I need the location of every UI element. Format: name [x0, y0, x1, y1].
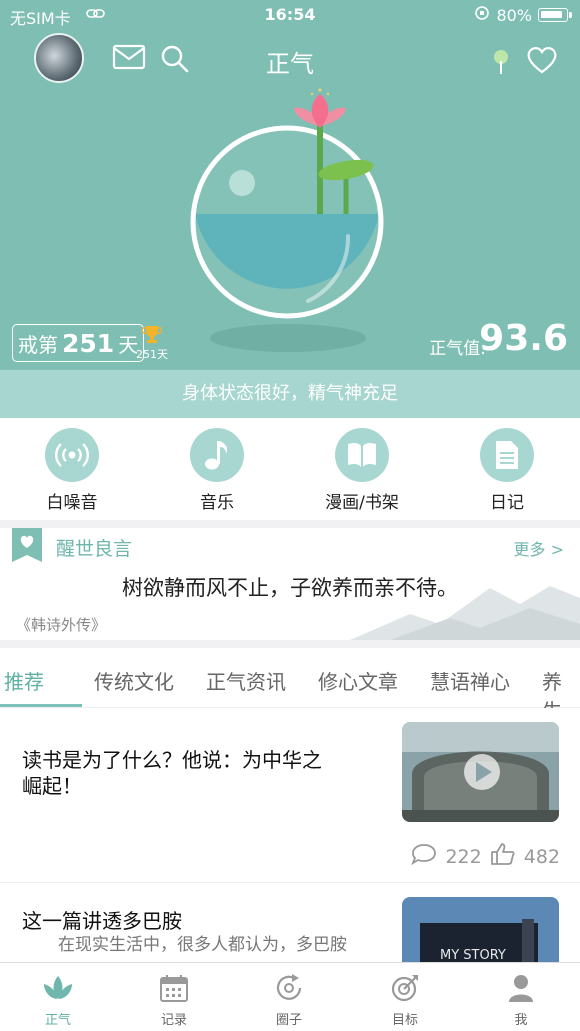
battery-icon — [538, 8, 572, 22]
quote-text: 树欲静而风不止，子欲养而亲不待。 — [122, 576, 458, 600]
hero-panel: 无SIM卡 16:54 80% 正气 戒第 251 天 251天 正气值: 93… — [0, 0, 580, 370]
heart-icon[interactable] — [526, 46, 558, 78]
shortcut-label: 漫画/书架 — [325, 493, 399, 513]
article-thumbnail — [402, 722, 559, 822]
nav-goals[interactable]: 目标 — [365, 973, 445, 1028]
nav-zhengqi[interactable]: 正气 — [18, 973, 98, 1028]
comment-count: 222 — [445, 845, 482, 868]
article-thumbnail: MY STORY — [402, 897, 559, 962]
tab-zhengqi-news[interactable]: 正气资讯 — [206, 666, 286, 695]
like-count: 482 — [523, 845, 560, 868]
open-book-icon — [335, 428, 389, 482]
tab-recommended[interactable]: 推荐 — [4, 666, 44, 695]
nav-me[interactable]: 我 — [481, 973, 561, 1028]
battery-percent: 80% — [496, 5, 532, 25]
lotus-icon — [41, 976, 75, 1007]
shortcut-diary[interactable]: 日记 — [447, 428, 567, 513]
body-state-banner: 身体状态很好，精气神充足 — [0, 370, 580, 418]
like-icon[interactable] — [490, 842, 516, 871]
nav-circle[interactable]: 圈子 — [249, 973, 329, 1028]
zhengqi-value: 93.6 — [479, 318, 568, 359]
zhengqi-label: 正气值: — [429, 339, 486, 359]
active-tab-indicator — [0, 704, 82, 707]
abstinence-day-counter[interactable]: 戒第 251 天 — [12, 324, 145, 362]
bottom-nav: 正气 记录 圈子 目标 我 — [0, 962, 580, 1031]
shortcut-label: 音乐 — [200, 493, 234, 513]
bookmark-heart-icon — [12, 528, 42, 566]
calendar-icon — [159, 975, 189, 1007]
tab-zen-wisdom[interactable]: 慧语禅心 — [430, 666, 510, 695]
article-title-line1: 读书是为了什么？他说：为中华之 — [22, 748, 322, 772]
comment-icon[interactable] — [411, 843, 437, 870]
nav-label: 我 — [514, 1013, 528, 1028]
tab-mind-articles[interactable]: 修心文章 — [318, 666, 398, 695]
target-icon — [390, 975, 420, 1007]
quote-section-title: 醒世良言 — [56, 538, 133, 560]
nav-records[interactable]: 记录 — [134, 973, 214, 1028]
category-tabs: 推荐 传统文化 正气资讯 修心文章 慧语禅心 养生 — [0, 648, 580, 723]
article-divider — [0, 882, 580, 883]
circle-refresh-icon — [274, 974, 304, 1007]
article-title-line2: 崛起！ — [22, 774, 82, 798]
shortcut-row: 白噪音 音乐 漫画/书架 日记 — [0, 418, 580, 520]
nav-label: 正气 — [44, 1013, 71, 1028]
nav-label: 记录 — [160, 1013, 187, 1028]
svg-text:MY STORY: MY STORY — [440, 948, 506, 962]
nav-label: 目标 — [391, 1013, 418, 1028]
article-summary: 在现实生活中，很多人都认为，多巴胺 — [58, 935, 347, 955]
day-prefix: 戒第 — [18, 332, 58, 357]
shortcut-music[interactable]: 音乐 — [157, 428, 277, 513]
trophy-icon — [141, 324, 163, 348]
document-icon — [480, 428, 534, 482]
status-bar: 无SIM卡 16:54 80% — [0, 0, 580, 30]
shortcut-label: 日记 — [490, 493, 524, 513]
radio-waves-icon — [45, 428, 99, 482]
quote-more-link[interactable]: 更多 > — [514, 536, 565, 560]
quote-card[interactable]: 醒世良言 更多 > 树欲静而风不止，子欲养而亲不待。 《韩诗外传》 — [0, 528, 580, 640]
shortcut-label: 白噪音 — [46, 493, 98, 513]
quote-source: 《韩诗外传》 — [16, 616, 107, 634]
tree-icon[interactable] — [492, 48, 510, 80]
tab-traditional-culture[interactable]: 传统文化 — [94, 666, 174, 695]
record-days: 251天 — [136, 348, 168, 361]
article-feed: 读书是为了什么？他说：为中华之 崛起！ 222 482 这一篇讲透多巴胺 MY … — [0, 708, 580, 962]
person-icon — [506, 975, 536, 1007]
shortcut-white-noise[interactable]: 白噪音 — [12, 428, 132, 513]
lotus-bowl-illustration — [188, 86, 388, 362]
music-note-icon — [190, 428, 244, 482]
day-count: 251 — [62, 328, 115, 358]
orientation-lock-icon — [474, 5, 490, 25]
article-stats: 222 482 — [411, 842, 560, 871]
shortcut-comics-bookshelf[interactable]: 漫画/书架 — [302, 428, 422, 513]
article-item[interactable]: 读书是为了什么？他说：为中华之 崛起！ 222 482 — [0, 708, 580, 882]
nav-label: 圈子 — [275, 1013, 302, 1028]
